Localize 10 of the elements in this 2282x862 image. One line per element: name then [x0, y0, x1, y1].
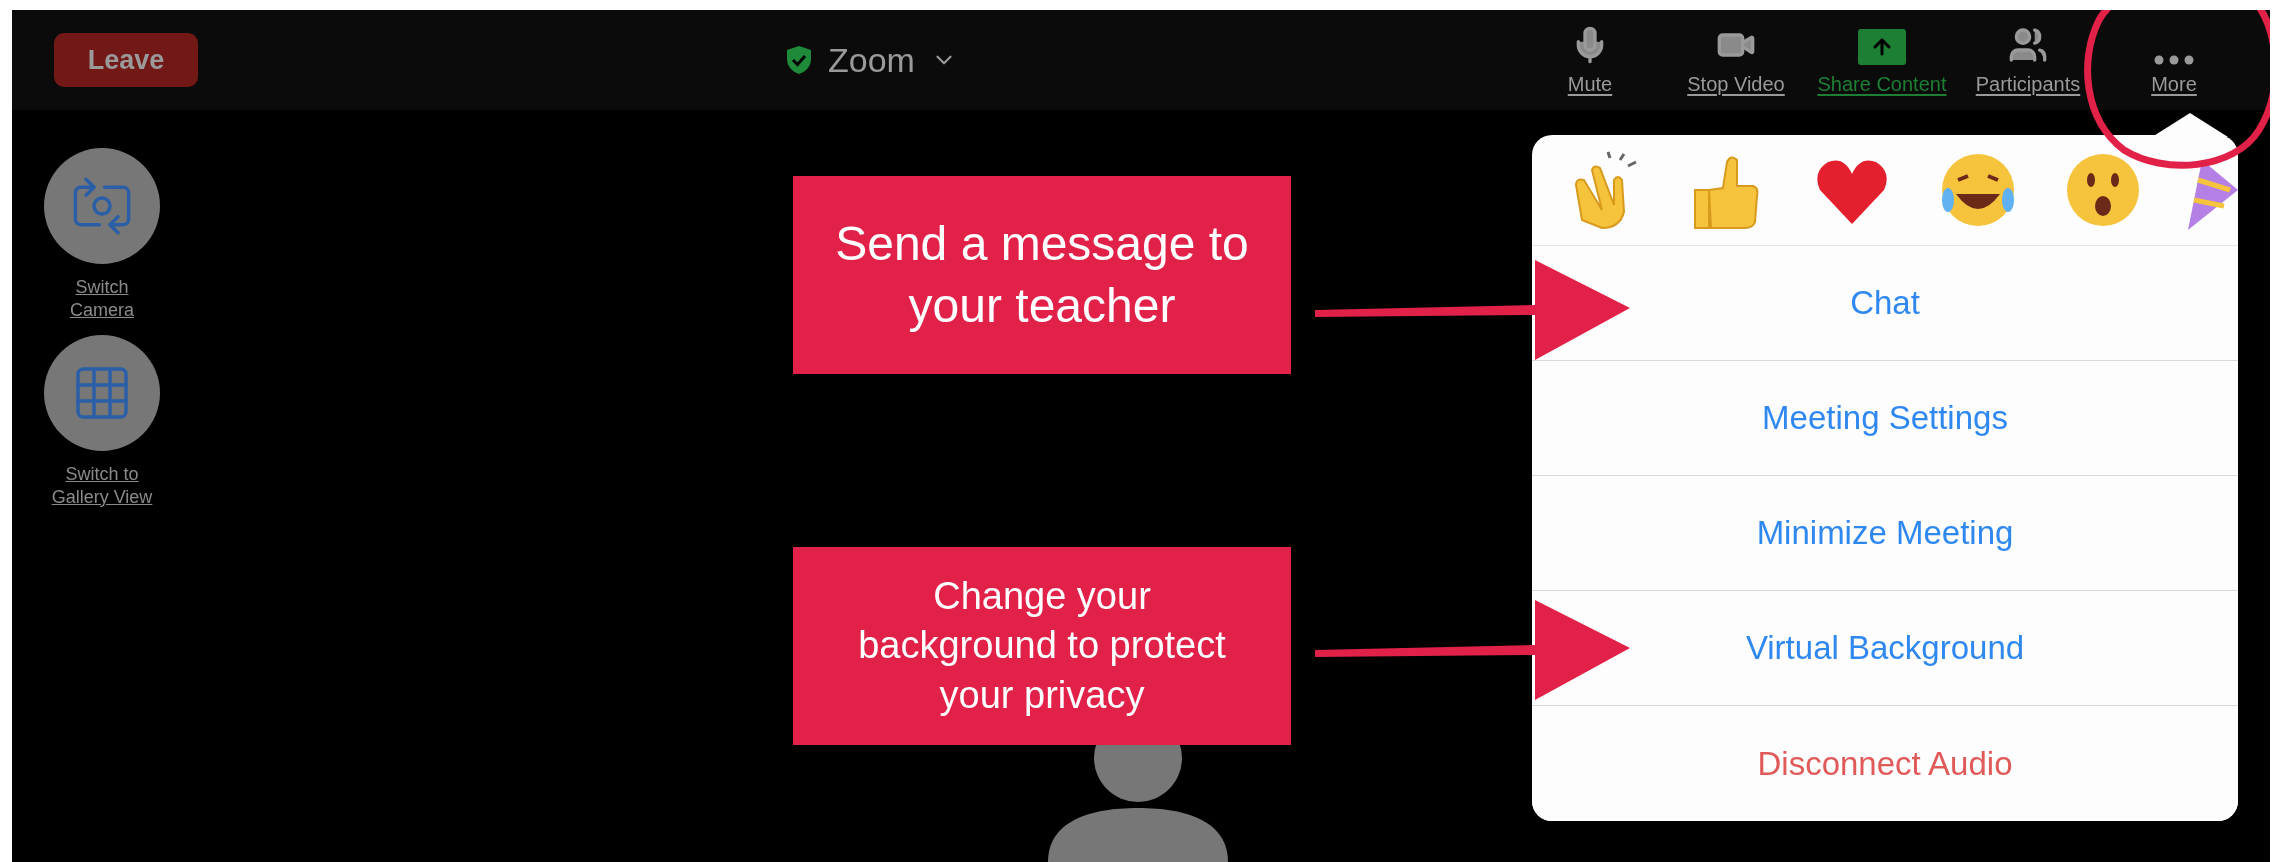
meeting-title[interactable]: Zoom — [828, 40, 915, 80]
toolbar-button[interactable]: Participants — [1958, 24, 2098, 96]
leave-button[interactable]: Leave — [54, 33, 198, 87]
toolbar-button[interactable]: More — [2104, 54, 2244, 96]
toolbar-button[interactable]: Share Content — [1812, 28, 1952, 96]
more-dots-icon — [2154, 54, 2194, 65]
callout-label: Send a message to your teacher — [793, 176, 1291, 374]
toolbar-button[interactable]: Mute — [1520, 24, 1660, 96]
callout-label: Change your background to protect your privacy — [793, 547, 1291, 745]
toolbar-button[interactable]: Stop Video — [1666, 24, 1806, 96]
